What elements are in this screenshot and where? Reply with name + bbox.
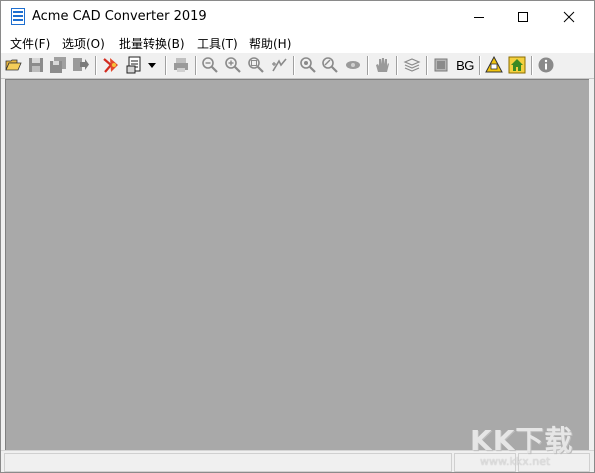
print-icon [174, 58, 188, 72]
save-all-icon [50, 57, 66, 73]
info-button[interactable] [537, 56, 555, 74]
menu-bar: 文件(F) 选项(O) 批量转换(B) 工具(T) 帮助(H) [1, 32, 594, 53]
home-button[interactable] [508, 56, 526, 74]
status-pane-main [4, 453, 452, 472]
zoom-realtime-button[interactable] [321, 56, 339, 74]
toolbar-separator [426, 56, 428, 75]
toolbar-separator [479, 56, 481, 75]
toolbar-separator [531, 56, 533, 75]
open-folder-icon [5, 59, 22, 71]
hand-icon [376, 58, 389, 72]
zoom-window-button[interactable] [247, 56, 265, 74]
bg-label: BG [456, 57, 474, 73]
print-button[interactable] [172, 56, 190, 74]
measure-button[interactable] [485, 56, 503, 74]
minimize-button[interactable] [456, 1, 502, 32]
menu-options[interactable]: 选项(O) [62, 35, 105, 52]
pan-button[interactable] [270, 56, 288, 74]
toolbar: BG [1, 53, 594, 79]
maximize-button[interactable] [500, 1, 546, 32]
toolbar-separator [293, 56, 295, 75]
app-window: Acme CAD Converter 2019 文件(F) 选项(O) 批量转换… [0, 0, 595, 473]
zoom-out-button[interactable] [201, 56, 219, 74]
print-preview-button[interactable] [126, 56, 144, 74]
convert-button[interactable] [102, 56, 120, 74]
layers-icon [403, 58, 421, 72]
zoom-window-icon [248, 57, 264, 73]
watermark: KK下载 www.kkx.net [470, 419, 588, 471]
save-button[interactable] [27, 56, 45, 74]
print-preview-dropdown[interactable] [146, 56, 158, 74]
menu-file[interactable]: 文件(F) [10, 35, 50, 52]
hand-button[interactable] [373, 56, 391, 74]
watermark-logo: KK下载 [470, 424, 574, 457]
pan-icon [272, 58, 287, 72]
measure-icon [485, 56, 503, 73]
zoom-extents-icon [300, 57, 316, 73]
window-title: Acme CAD Converter 2019 [32, 9, 207, 24]
zoom-realtime-icon [322, 57, 338, 73]
toolbar-separator [195, 56, 197, 75]
save-all-button[interactable] [49, 56, 67, 74]
close-button[interactable] [546, 1, 592, 32]
zoom-in-icon [225, 57, 241, 73]
menu-batch-convert[interactable]: 批量转换(B) [119, 35, 185, 52]
menu-tools[interactable]: 工具(T) [197, 35, 238, 52]
menu-help[interactable]: 帮助(H) [249, 35, 291, 52]
background-button[interactable]: BG [454, 56, 476, 74]
print-preview-icon [126, 56, 141, 74]
open-button[interactable] [5, 56, 23, 74]
view-icon [346, 61, 360, 69]
close-icon [563, 11, 575, 22]
view-button[interactable] [344, 56, 362, 74]
raster-button[interactable] [432, 56, 450, 74]
raster-icon [434, 58, 448, 72]
convert-pdf-icon [103, 58, 118, 73]
zoom-out-icon [202, 57, 218, 73]
layers-button[interactable] [403, 56, 421, 74]
minimize-icon [474, 16, 484, 18]
toolbar-separator [95, 56, 97, 75]
title-bar: Acme CAD Converter 2019 [1, 1, 594, 32]
info-icon [538, 57, 554, 73]
drawing-workspace[interactable] [5, 79, 589, 450]
app-icon [11, 8, 25, 25]
export-button[interactable] [71, 56, 89, 74]
toolbar-separator [396, 56, 398, 75]
watermark-url: www.kkx.net [480, 455, 551, 468]
toolbar-separator [165, 56, 167, 75]
toolbar-separator [367, 56, 369, 75]
home-icon [508, 56, 526, 74]
dropdown-arrow-icon [148, 63, 156, 68]
export-icon [73, 58, 89, 71]
save-icon [29, 58, 43, 72]
zoom-in-button[interactable] [224, 56, 242, 74]
maximize-icon [518, 11, 528, 22]
zoom-extents-button[interactable] [299, 56, 317, 74]
